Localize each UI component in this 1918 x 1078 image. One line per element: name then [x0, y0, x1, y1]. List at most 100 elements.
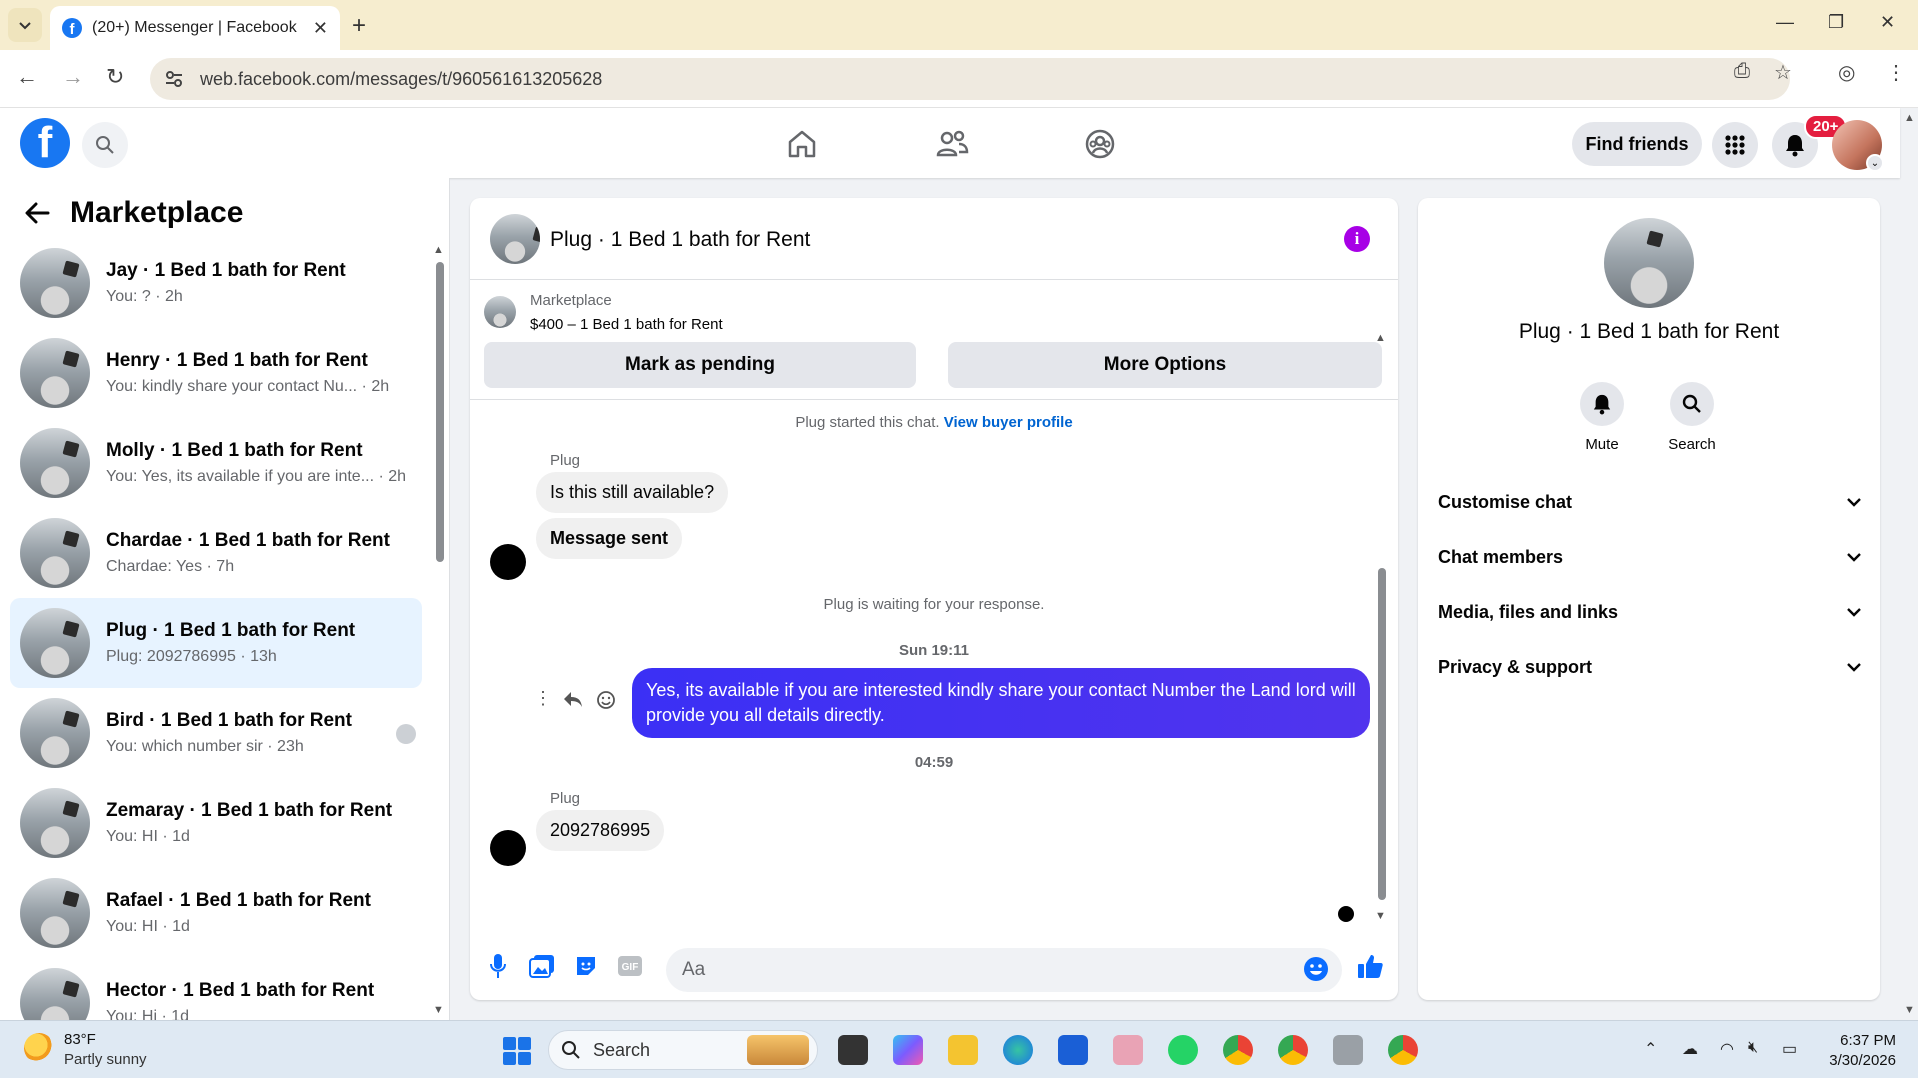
more-options-button[interactable]: More Options — [948, 342, 1382, 388]
install-app-icon[interactable]: ⎙ — [1734, 60, 1750, 83]
home-nav[interactable] — [782, 126, 822, 162]
gif-button[interactable]: GIF — [616, 952, 644, 980]
wifi-icon[interactable]: ◠ — [1720, 1039, 1734, 1059]
sender-name: Plug — [550, 452, 581, 469]
menu-button[interactable] — [1712, 122, 1758, 168]
slack-icon[interactable] — [1113, 1035, 1143, 1065]
incoming-message[interactable]: Is this still available? — [536, 472, 729, 513]
listing-price-title[interactable]: $400 – 1 Bed 1 bath for Rent — [530, 316, 723, 333]
sidebar-scrollbar[interactable] — [436, 262, 444, 562]
groups-nav[interactable] — [1080, 126, 1120, 162]
microsoft-store-icon[interactable] — [1058, 1035, 1088, 1065]
reload-icon[interactable]: ↻ — [106, 64, 124, 90]
mute-button[interactable] — [1580, 382, 1624, 426]
onedrive-icon[interactable]: ☁ — [1682, 1039, 1698, 1059]
chrome-active-icon[interactable] — [1388, 1035, 1418, 1065]
close-tab-icon[interactable]: ✕ — [313, 18, 328, 39]
mark-as-pending-button[interactable]: Mark as pending — [484, 342, 916, 388]
conversation-item[interactable]: Chardae · 1 Bed 1 bath for Rent Chardae: … — [10, 508, 422, 598]
whatsapp-icon[interactable] — [1168, 1035, 1198, 1065]
tab-search-button[interactable] — [8, 8, 42, 42]
message-sent-bubble[interactable]: Message sent — [536, 518, 683, 559]
attach-media-button[interactable] — [528, 952, 556, 980]
restore-icon[interactable]: ❐ — [1828, 12, 1844, 33]
edge-icon[interactable] — [1003, 1035, 1033, 1065]
customise-chat-row[interactable]: Customise chat — [1438, 480, 1862, 524]
chat-thumbnail[interactable] — [490, 214, 540, 264]
conversation-item[interactable]: Hector · 1 Bed 1 bath for Rent You: Hi · … — [10, 958, 422, 1020]
incoming-message[interactable]: 2092786995 — [536, 810, 665, 851]
message-input[interactable]: Aa — [666, 948, 1342, 992]
page-scroll-up-icon[interactable]: ▲ — [1904, 112, 1915, 124]
row-label: Customise chat — [1438, 491, 1573, 512]
search-action[interactable]: Search — [1652, 382, 1732, 453]
facebook-search-button[interactable] — [82, 122, 128, 168]
chrome-icon[interactable] — [1223, 1035, 1253, 1065]
weather-sun-icon[interactable] — [24, 1033, 54, 1063]
facebook-logo-icon[interactable]: f — [20, 118, 70, 168]
mute-action[interactable]: Mute — [1562, 382, 1642, 453]
chat-info-panel: Plug · 1 Bed 1 bath for Rent Mute Search… — [1418, 198, 1880, 1000]
show-hidden-icons-icon[interactable]: ⌃ — [1644, 1039, 1657, 1059]
snipping-tool-icon[interactable] — [1333, 1035, 1363, 1065]
react-emoji-icon[interactable] — [596, 690, 616, 710]
chat-profile-thumbnail[interactable] — [1604, 218, 1694, 308]
search-in-chat-button[interactable] — [1670, 382, 1714, 426]
friends-nav[interactable] — [932, 126, 972, 162]
conversation-item[interactable]: Rafael · 1 Bed 1 bath for Rent You: HI · … — [10, 868, 422, 958]
weather-description[interactable]: Partly sunny — [64, 1051, 147, 1068]
profile-icon[interactable]: ◎ — [1838, 60, 1855, 85]
microsoft-365-icon[interactable] — [893, 1035, 923, 1065]
page-scroll-down-icon[interactable]: ▼ — [1904, 1004, 1915, 1016]
chrome-profile-icon[interactable] — [1278, 1035, 1308, 1065]
weather-temperature[interactable]: 83°F — [64, 1031, 96, 1048]
sticker-button[interactable] — [572, 952, 600, 980]
volume-muted-icon[interactable]: 🔇︎ — [1748, 1039, 1758, 1057]
privacy-support-row[interactable]: Privacy & support — [1438, 645, 1862, 689]
omnibox[interactable]: web.facebook.com/messages/t/960561613205… — [150, 58, 1790, 100]
forward-icon[interactable]: → — [62, 64, 84, 90]
chat-scroll-down-icon[interactable]: ▼ — [1375, 910, 1386, 922]
sidebar-scroll-down-icon[interactable]: ▼ — [433, 1004, 444, 1016]
conversation-preview: You: which number sir · 23h — [106, 738, 304, 755]
bookmark-star-icon[interactable]: ☆ — [1774, 60, 1792, 85]
system-clock[interactable]: 6:37 PM 3/30/2026 — [1826, 1031, 1896, 1071]
conversation-item[interactable]: Bird · 1 Bed 1 bath for Rent You: which n… — [10, 688, 422, 778]
info-icon[interactable]: i — [1344, 226, 1370, 252]
view-buyer-profile-link[interactable]: View buyer profile — [944, 414, 1073, 431]
chat-members-row[interactable]: Chat members — [1438, 535, 1862, 579]
browser-tab[interactable]: f (20+) Messenger | Facebook ✕ — [50, 6, 340, 50]
reply-icon[interactable] — [562, 690, 584, 708]
back-icon[interactable]: ← — [16, 64, 38, 90]
conversation-item[interactable]: Jay · 1 Bed 1 bath for Rent You: ? · 2h — [10, 238, 422, 328]
conversation-item-active[interactable]: Plug · 1 Bed 1 bath for Rent Plug: 209278… — [10, 598, 422, 688]
account-chevron-icon[interactable]: ⌄ — [1866, 154, 1884, 172]
conversation-item[interactable]: Zemaray · 1 Bed 1 bath for Rent You: HI ·… — [10, 778, 422, 868]
media-files-links-row[interactable]: Media, files and links — [1438, 590, 1862, 634]
find-friends-button[interactable]: Find friends — [1572, 122, 1702, 166]
new-tab-icon[interactable]: + — [352, 12, 366, 40]
like-button[interactable] — [1356, 952, 1384, 980]
back-arrow-icon[interactable] — [24, 202, 50, 224]
close-window-icon[interactable]: ✕ — [1880, 12, 1895, 33]
task-view-icon[interactable] — [838, 1035, 868, 1065]
outgoing-message[interactable]: Yes, its available if you are interested… — [632, 668, 1370, 738]
sender-avatar[interactable] — [490, 830, 526, 866]
emoji-button[interactable] — [1302, 955, 1330, 983]
conversation-item[interactable]: Henry · 1 Bed 1 bath for Rent You: kindly… — [10, 328, 422, 418]
chat-scrollbar[interactable] — [1378, 568, 1386, 900]
sidebar-scroll-up-icon[interactable]: ▲ — [433, 244, 444, 256]
minimize-icon[interactable]: — — [1776, 12, 1794, 33]
start-button[interactable] — [503, 1037, 531, 1065]
chat-scroll-up-icon[interactable]: ▲ — [1375, 332, 1386, 344]
site-settings-icon[interactable] — [164, 69, 184, 89]
browser-menu-icon[interactable]: ⋮ — [1886, 60, 1906, 85]
chat-title[interactable]: Plug · 1 Bed 1 bath for Rent — [550, 228, 810, 252]
conversation-item[interactable]: Molly · 1 Bed 1 bath for Rent You: Yes, i… — [10, 418, 422, 508]
sender-avatar[interactable] — [490, 544, 526, 580]
file-explorer-icon[interactable] — [948, 1035, 978, 1065]
battery-icon[interactable]: ▭ — [1782, 1039, 1797, 1059]
more-actions-icon[interactable]: ⋮ — [534, 688, 552, 709]
voice-clip-button[interactable] — [484, 952, 512, 980]
taskbar-search[interactable]: Search — [548, 1030, 818, 1070]
